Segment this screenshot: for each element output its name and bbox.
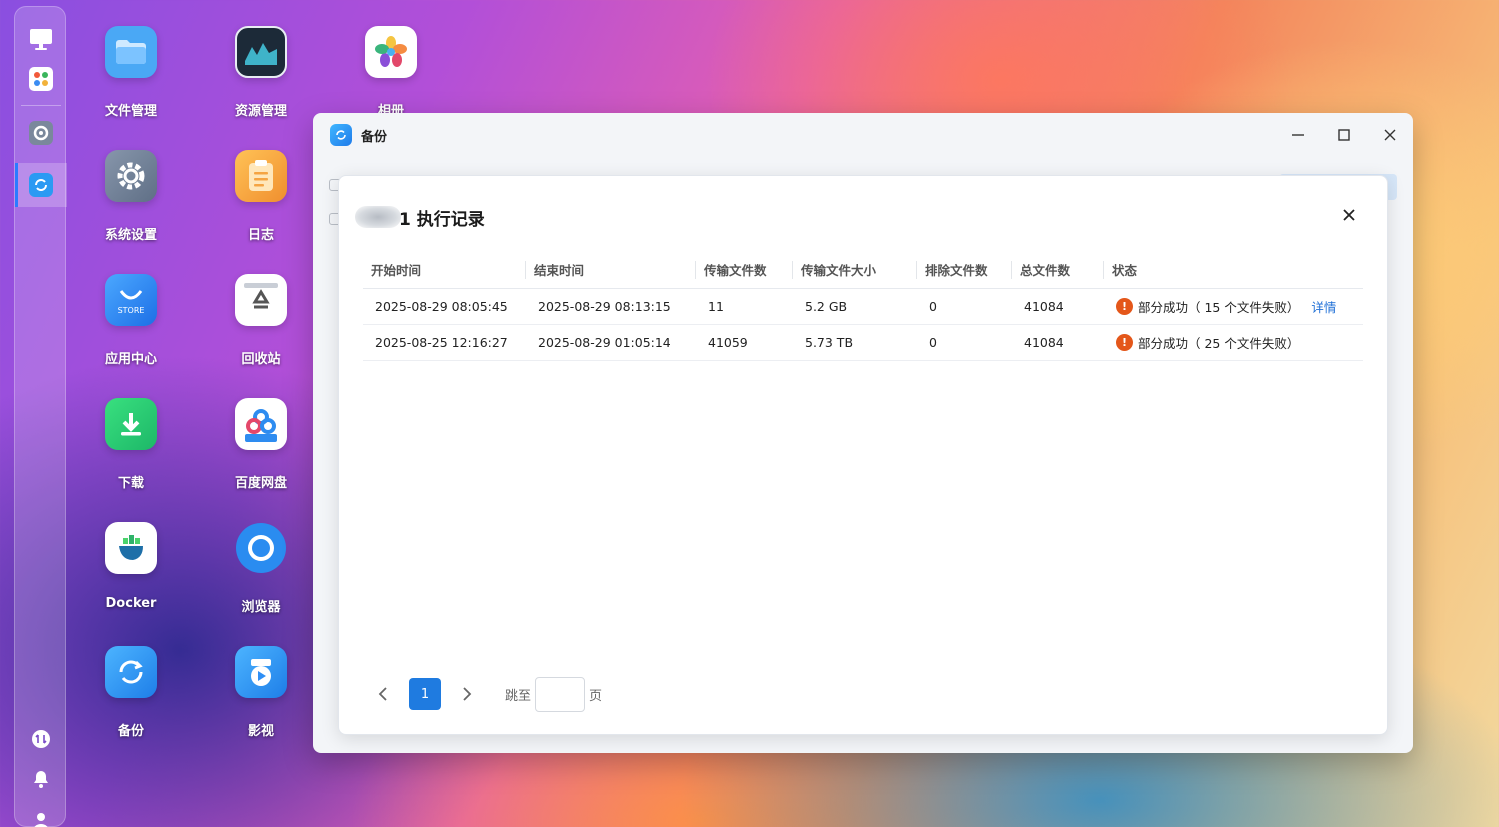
column-header[interactable]: 传输文件大小: [793, 252, 917, 289]
end-time-cell: 2025-08-29 01:05:14: [526, 324, 696, 361]
user-icon[interactable]: [23, 803, 59, 827]
svg-text:STORE: STORE: [118, 306, 145, 315]
transferred-size-cell: 5.73 TB: [793, 324, 917, 361]
app-photos[interactable]: 相册: [336, 26, 446, 119]
column-header[interactable]: 开始时间: [363, 252, 526, 289]
app-system-settings[interactable]: 系统设置: [76, 150, 186, 243]
backup-icon: [105, 646, 157, 698]
app-label: 备份: [117, 724, 144, 739]
app-label: 文件管理: [104, 104, 157, 119]
transferred-count-cell: 11: [696, 288, 793, 325]
page-unit-label: 页: [589, 688, 603, 704]
status-cell: ! 部分成功（ 25 个文件失败）: [1104, 324, 1363, 361]
app-grid-icon[interactable]: [23, 61, 59, 97]
redacted-task-name: [355, 206, 401, 228]
end-time-cell: 2025-08-29 08:13:15: [526, 288, 696, 325]
window-title: 备份: [361, 130, 388, 145]
store-icon: STORE: [105, 274, 157, 326]
close-window-icon[interactable]: [1378, 123, 1402, 147]
activity-monitor-icon: [235, 26, 287, 78]
next-page-icon[interactable]: [453, 680, 481, 708]
gear-icon: [105, 150, 157, 202]
app-file-manager[interactable]: 文件管理: [76, 26, 186, 119]
total-count-cell: 41084: [1012, 288, 1104, 325]
maximize-icon[interactable]: [1332, 123, 1356, 147]
app-label: 系统设置: [104, 228, 157, 243]
video-icon: [235, 646, 287, 698]
app-label: Docker: [105, 596, 157, 611]
app-video[interactable]: 影视: [206, 646, 316, 739]
close-dialog-icon[interactable]: [1337, 203, 1361, 227]
app-label: 影视: [247, 724, 274, 739]
app-label: 应用中心: [104, 352, 157, 367]
app-label: 百度网盘: [234, 476, 287, 491]
desktop-icon[interactable]: [23, 21, 59, 57]
column-header[interactable]: 排除文件数: [917, 252, 1012, 289]
backup-dock-icon[interactable]: [23, 167, 59, 203]
app-label: 浏览器: [241, 600, 281, 615]
app-label: 日志: [247, 228, 274, 243]
app-log[interactable]: 日志: [206, 150, 316, 243]
start-time-cell: 2025-08-29 08:05:45: [363, 288, 526, 325]
page-number-current[interactable]: 1: [409, 678, 441, 710]
excluded-count-cell: 0: [917, 324, 1012, 361]
start-time-cell: 2025-08-25 12:16:27: [363, 324, 526, 361]
pagination: 1 跳至 页: [369, 676, 602, 712]
minimize-icon[interactable]: [1286, 123, 1310, 147]
table-header-row: 开始时间 结束时间 传输文件数 传输文件大小 排除文件数 总文件数 状态: [363, 252, 1363, 289]
photos-icon: [365, 26, 417, 78]
total-count-cell: 41084: [1012, 324, 1104, 361]
status-text: 部分成功（ 25 个文件失败）: [1138, 335, 1300, 351]
app-store[interactable]: STORE 应用中心: [76, 274, 186, 367]
app-backup[interactable]: 备份: [76, 646, 186, 739]
docker-icon: [105, 522, 157, 574]
table-row[interactable]: 2025-08-25 12:16:27 2025-08-29 01:05:14 …: [363, 324, 1363, 361]
app-label: 资源管理: [234, 104, 287, 119]
app-resource-monitor[interactable]: 资源管理: [206, 26, 316, 119]
app-label: 回收站: [241, 352, 281, 367]
column-header[interactable]: 传输文件数: [696, 252, 793, 289]
details-link[interactable]: 详情: [1311, 300, 1336, 315]
column-header[interactable]: 总文件数: [1012, 252, 1104, 289]
app-baidu-pan[interactable]: 百度网盘: [206, 398, 316, 491]
dialog-title: 1 执行记录: [399, 210, 485, 230]
app-label: 下载: [117, 476, 144, 491]
app-recycle-bin[interactable]: 回收站: [206, 274, 316, 367]
browser-icon: [235, 522, 287, 574]
status-text: 部分成功（ 15 个文件失败）: [1138, 299, 1300, 315]
transferred-count-cell: 41059: [696, 324, 793, 361]
settings-dock-icon[interactable]: [23, 115, 59, 151]
baidu-pan-icon: [235, 398, 287, 450]
upload-status-icon[interactable]: [23, 721, 59, 757]
notes-icon: [235, 150, 287, 202]
table-row[interactable]: 2025-08-29 08:05:45 2025-08-29 08:13:15 …: [363, 288, 1363, 325]
app-download[interactable]: 下载: [76, 398, 186, 491]
app-docker[interactable]: Docker: [76, 522, 186, 611]
jump-label: 跳至: [505, 688, 532, 704]
recycle-icon: [235, 274, 287, 326]
prev-page-icon[interactable]: [369, 680, 397, 708]
records-table: 开始时间 结束时间 传输文件数 传输文件大小 排除文件数 总文件数 状态 202…: [363, 252, 1363, 361]
backup-app-icon: [330, 124, 352, 146]
bell-icon[interactable]: [23, 761, 59, 797]
window-titlebar[interactable]: 备份: [313, 113, 1413, 157]
column-header[interactable]: 结束时间: [526, 252, 696, 289]
side-dock: [14, 6, 67, 827]
excluded-count-cell: 0: [917, 288, 1012, 325]
transferred-size-cell: 5.2 GB: [793, 288, 917, 325]
app-browser[interactable]: 浏览器: [206, 522, 316, 615]
status-cell: ! 部分成功（ 15 个文件失败） 详情: [1104, 288, 1363, 325]
execution-records-dialog: 1 执行记录 开始时间 结束时间 传输文件数 传输文件大小 排除文件数 总文件数…: [338, 175, 1388, 735]
folder-icon: [105, 26, 157, 78]
warning-icon: !: [1116, 333, 1133, 351]
jump-page-input[interactable]: [535, 676, 586, 712]
download-icon: [105, 398, 157, 450]
warning-icon: !: [1116, 297, 1133, 315]
column-header[interactable]: 状态: [1104, 252, 1363, 289]
